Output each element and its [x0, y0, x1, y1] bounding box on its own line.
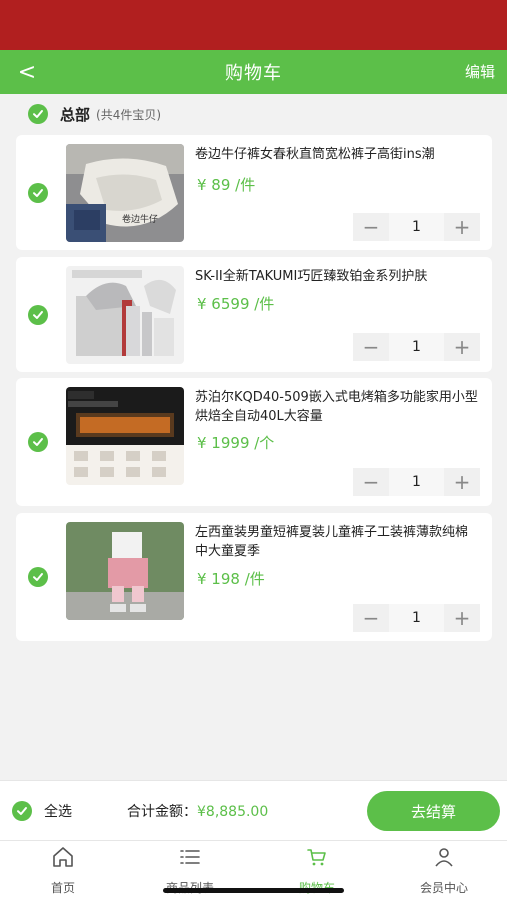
plus-icon: + [453, 606, 471, 630]
quantity-value[interactable]: 1 [389, 468, 444, 496]
increase-button[interactable]: + [444, 333, 480, 361]
check-icon [33, 573, 43, 581]
checkout-bar: 全选 合计金额：¥8,885.00 去结算 [0, 780, 507, 840]
home-icon [53, 847, 73, 867]
item-checkbox[interactable] [28, 432, 48, 452]
back-button[interactable]: < [14, 58, 40, 86]
cart-item: 左西童装男童短裤夏装儿童裤子工装裤薄款纯棉中大童夏季 ¥ 198 /件 − 1 … [16, 513, 492, 641]
tab-member-center[interactable]: 会员中心 [394, 845, 494, 897]
decrease-button[interactable]: − [353, 468, 389, 496]
item-name[interactable]: 卷边牛仔裤女春秋直筒宽松裤子高街ins潮 [195, 145, 480, 164]
quantity-stepper: − 1 + [353, 468, 480, 496]
item-price: ¥ 198 /件 [197, 570, 265, 588]
minus-icon: − [362, 335, 380, 359]
plus-icon: + [453, 335, 471, 359]
item-price: ¥ 6599 /件 [197, 295, 275, 313]
status-bar [0, 0, 507, 50]
nav-bar: < 购物车 编辑 [0, 50, 507, 94]
minus-icon: − [362, 606, 380, 630]
increase-button[interactable]: + [444, 468, 480, 496]
svg-text:卷边牛仔: 卷边牛仔 [122, 213, 158, 225]
select-all-store-checkbox[interactable] [28, 104, 48, 124]
check-icon [17, 807, 27, 815]
checkout-button[interactable]: 去结算 [367, 791, 500, 831]
user-icon [435, 848, 453, 867]
item-price: ¥ 1999 /个 [197, 434, 275, 452]
tab-home[interactable]: 首页 [13, 845, 113, 897]
item-price: ¥ 89 /件 [197, 176, 256, 194]
decrease-button[interactable]: − [353, 213, 389, 241]
plus-icon: + [453, 215, 471, 239]
store-label: 总部 [60, 105, 91, 124]
quantity-stepper: − 1 + [353, 604, 480, 632]
item-name[interactable]: SK-II全新TAKUMI巧匠臻致铂金系列护肤 [195, 267, 480, 286]
select-all-checkbox[interactable] [12, 801, 32, 821]
check-icon [33, 310, 43, 319]
total-amount: ¥8,885.00 [197, 804, 269, 820]
plus-icon: + [453, 470, 471, 494]
list-icon [180, 850, 200, 864]
cart-summary: 总部 (共4件宝贝) [28, 103, 161, 125]
kids-shorts-photo[interactable] [66, 522, 184, 620]
increase-button[interactable]: + [444, 604, 480, 632]
item-checkbox[interactable] [28, 182, 48, 203]
page-title: 购物车 [225, 63, 282, 84]
cart-item: SK-II全新TAKUMI巧匠臻致铂金系列护肤 ¥ 6599 /件 − 1 + [16, 257, 492, 372]
oven-photo[interactable] [66, 387, 184, 485]
home-indicator [163, 888, 344, 893]
decrease-button[interactable]: − [353, 333, 389, 361]
item-checkbox[interactable] [28, 567, 48, 587]
cart-item: 苏泊尔KQD40-509嵌入式电烤箱多功能家用小型烘焙全自动40L大容量 ¥ 1… [16, 378, 492, 506]
quantity-value[interactable]: 1 [389, 333, 444, 361]
edit-button[interactable]: 编辑 [465, 61, 495, 82]
tab-label: 首页 [50, 881, 75, 895]
quantity-value[interactable]: 1 [389, 213, 444, 241]
check-icon [33, 110, 43, 118]
skincare-photo[interactable] [66, 266, 184, 364]
cart-icon [307, 849, 326, 866]
total-sum: 合计金额：¥8,885.00 [127, 801, 268, 821]
item-name[interactable]: 苏泊尔KQD40-509嵌入式电烤箱多功能家用小型烘焙全自动40L大容量 [195, 388, 480, 426]
item-name[interactable]: 左西童装男童短裤夏装儿童裤子工装裤薄款纯棉中大童夏季 [195, 523, 480, 561]
item-checkbox[interactable] [28, 304, 48, 325]
check-icon [33, 188, 43, 197]
cart-item: 卷边牛仔 卷边牛仔裤女春秋直筒宽松裤子高街ins潮 ¥ 89 /件 − 1 + [16, 135, 492, 250]
select-all-label[interactable]: 全选 [44, 801, 72, 821]
decrease-button[interactable]: − [353, 604, 389, 632]
minus-icon: − [362, 470, 380, 494]
quantity-stepper: − 1 + [353, 333, 480, 361]
check-icon [33, 438, 43, 446]
tab-label: 会员中心 [419, 881, 468, 895]
item-count: (共4件宝贝) [96, 107, 162, 122]
total-label: 合计金额： [127, 804, 197, 820]
jeans-photo[interactable]: 卷边牛仔 [66, 144, 184, 242]
chevron-left-icon: < [17, 59, 37, 85]
quantity-stepper: − 1 + [353, 213, 480, 241]
minus-icon: − [362, 215, 380, 239]
quantity-value[interactable]: 1 [389, 604, 444, 632]
increase-button[interactable]: + [444, 213, 480, 241]
